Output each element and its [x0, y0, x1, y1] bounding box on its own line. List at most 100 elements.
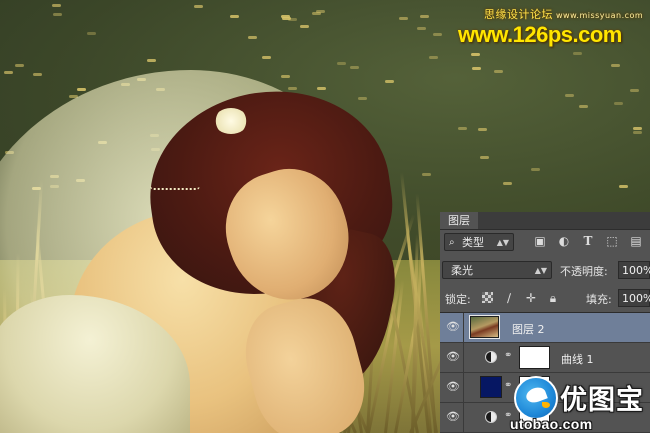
lock-row: 锁定: ∕ ✛ 🔒︎ 填充: 100% — [442, 288, 650, 310]
water-glint — [480, 156, 489, 159]
water-glint — [281, 75, 290, 78]
water-glint — [385, 80, 394, 83]
lock-label: 锁定: — [445, 293, 471, 306]
water-glint — [4, 71, 13, 74]
search-icon: ⌕ — [449, 237, 455, 248]
lock-all-icon[interactable]: 🔒︎ — [546, 291, 560, 305]
water-glint — [611, 64, 620, 67]
visibility-eye-icon[interactable]: 👁︎ — [446, 321, 460, 333]
water-glint — [312, 12, 321, 15]
opacity-label: 不透明度: — [560, 265, 608, 278]
row-divider — [463, 373, 464, 402]
water-glint — [471, 53, 480, 56]
filter-kind-label: 类型 — [462, 236, 484, 249]
water-glint — [614, 102, 623, 105]
link-chain-icon: ⚭ — [504, 350, 513, 361]
water-glint — [53, 13, 62, 16]
water-glint — [630, 89, 639, 92]
layer-mask-thumbnail — [519, 346, 550, 369]
panel-tab-bar: 图层 — [440, 212, 650, 230]
lock-position-move-icon[interactable]: ✛ — [524, 291, 538, 305]
water-glint — [358, 97, 367, 100]
type-filter-icon[interactable]: T — [580, 233, 596, 249]
updown-arrow-icon: ▲▼ — [496, 238, 509, 247]
water-glint — [147, 59, 156, 62]
water-glint — [399, 17, 408, 20]
forum-watermark-name: 思缘设计论坛 — [484, 8, 553, 21]
water-glint — [248, 36, 257, 39]
adjustment-layer-icon — [485, 411, 497, 423]
filter-kind-select[interactable]: ⌕ 类型 ▲▼ — [444, 233, 514, 251]
visibility-eye-icon[interactable]: 👁︎ — [446, 351, 460, 363]
pixel-filter-icon[interactable]: ▣ — [532, 233, 548, 249]
bird-logo-icon — [514, 376, 558, 420]
bird-beak — [542, 402, 550, 408]
water-glint — [579, 105, 588, 108]
water-glint — [494, 70, 503, 73]
visibility-eye-icon[interactable]: 👁︎ — [446, 411, 460, 423]
adjustment-filter-icon[interactable]: ◐ — [556, 233, 572, 249]
lock-transparency-icon[interactable] — [482, 292, 493, 303]
water-glint — [300, 25, 309, 28]
blend-row: 柔光 ▲▼ 不透明度: 100% — [442, 260, 650, 282]
water-glint — [472, 67, 481, 70]
water-glint — [531, 168, 540, 171]
necklace — [150, 180, 200, 190]
layer-name: 图层 2 — [512, 323, 545, 336]
water-glint — [420, 15, 429, 18]
water-glint — [633, 127, 642, 130]
layer-thumbnail — [469, 315, 500, 339]
fill-field[interactable]: 100% — [618, 289, 650, 307]
water-glint — [288, 87, 297, 90]
row-divider — [463, 343, 464, 372]
row-divider — [463, 313, 464, 342]
water-glint — [417, 27, 426, 30]
water-glint — [262, 56, 271, 59]
water-glint — [317, 87, 326, 90]
logo-chinese-text: 优图宝 — [560, 385, 644, 416]
water-glint — [503, 182, 512, 185]
layer-row-curves-1[interactable]: 👁︎ ⚭ 曲线 1 — [440, 343, 650, 373]
layer-filter-row: ⌕ 类型 ▲▼ ▣ ◐ T ⬚ ▤ — [442, 232, 648, 254]
forum-watermark-url: www.missyuan.com — [556, 11, 644, 20]
adjustment-layer-icon — [485, 351, 497, 363]
hair-flower — [214, 108, 248, 134]
water-glint — [565, 94, 574, 97]
visibility-eye-icon[interactable]: 👁︎ — [446, 381, 460, 393]
lock-pixels-brush-icon[interactable]: ∕ — [502, 291, 516, 305]
color-fill-thumbnail — [480, 376, 502, 398]
water-glint — [350, 66, 359, 69]
site-watermark: www.126ps.com — [458, 22, 622, 47]
row-divider — [463, 403, 464, 432]
water-glint — [429, 56, 438, 59]
water-glint — [77, 88, 86, 91]
blend-mode-value: 柔光 — [451, 264, 473, 277]
water-glint — [573, 52, 582, 55]
water-glint — [230, 15, 239, 18]
water-glint — [281, 15, 290, 18]
updown-arrow-icon: ▲▼ — [534, 266, 547, 275]
water-glint — [619, 185, 628, 188]
tab-layers[interactable]: 图层 — [440, 212, 478, 229]
water-glint — [337, 62, 346, 65]
shape-filter-icon[interactable]: ⬚ — [604, 233, 620, 249]
water-glint — [633, 131, 642, 134]
fill-label: 填充: — [586, 293, 612, 306]
water-glint — [87, 32, 96, 35]
smart-object-filter-icon[interactable]: ▤ — [628, 233, 644, 249]
water-glint — [33, 73, 42, 76]
water-glint — [422, 173, 431, 176]
layer-row-layer-2[interactable]: 👁︎ 图层 2 — [440, 313, 650, 343]
water-glint — [52, 4, 61, 7]
water-glint — [458, 127, 467, 130]
opacity-field[interactable]: 100% — [618, 261, 650, 279]
water-glint — [433, 33, 442, 36]
logo-english-text: utobao.com — [510, 416, 593, 432]
blend-mode-select[interactable]: 柔光 ▲▼ — [442, 261, 552, 279]
layer-name: 曲线 1 — [561, 353, 594, 366]
water-glint — [478, 128, 487, 131]
utobao-logo: 优图宝 utobao.com — [506, 374, 650, 433]
forum-watermark: 思缘设计论坛 www.missyuan.com — [484, 6, 643, 22]
water-glint — [194, 5, 203, 8]
water-glint — [15, 64, 24, 67]
